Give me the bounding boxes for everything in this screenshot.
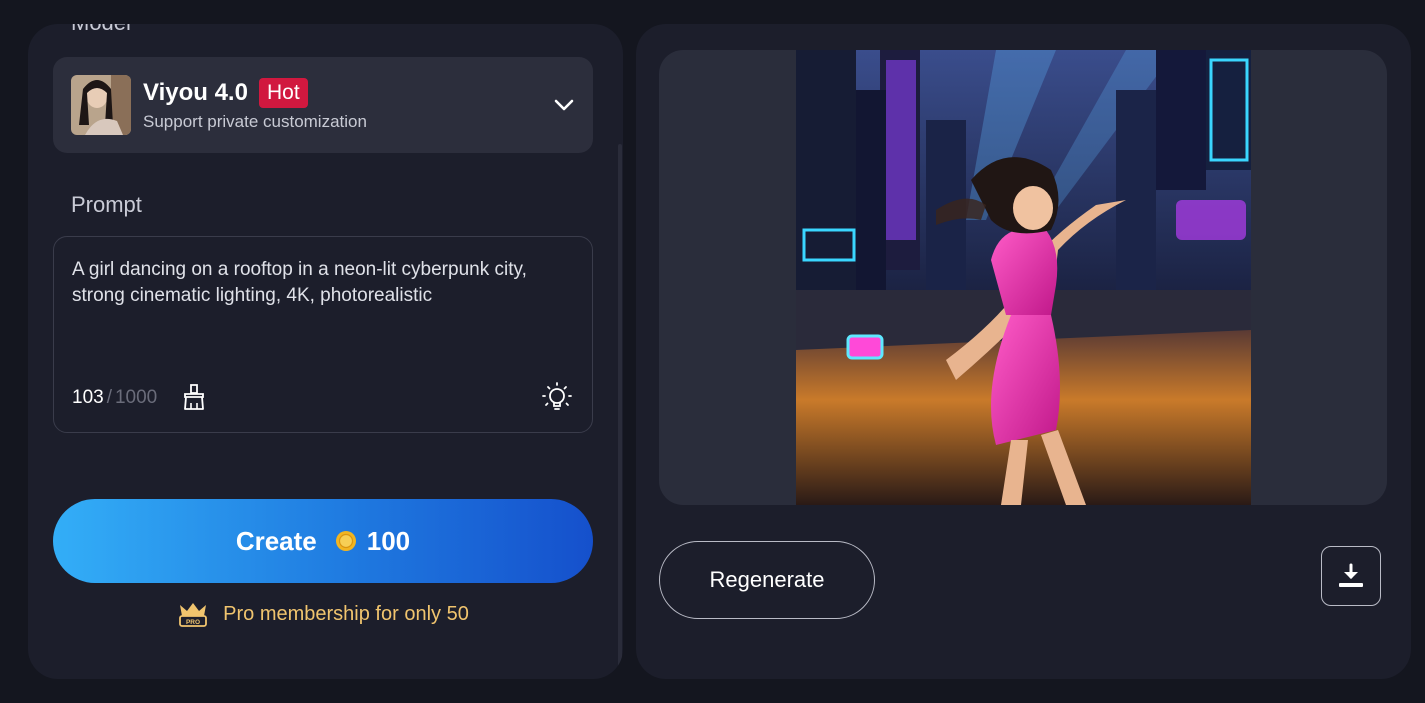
brush-icon[interactable]: [181, 383, 207, 411]
regenerate-button[interactable]: Regenerate: [659, 541, 875, 619]
model-avatar: [71, 75, 131, 135]
prompt-input[interactable]: A girl dancing on a rooftop in a neon-li…: [53, 236, 593, 433]
coin-icon: [335, 531, 356, 551]
regenerate-label: Regenerate: [709, 567, 825, 592]
model-name: Viyou 4.0: [143, 79, 248, 106]
svg-text:PRO: PRO: [186, 619, 200, 626]
char-count-separator: /: [106, 387, 112, 408]
generated-image[interactable]: [796, 50, 1251, 505]
scrollbar[interactable]: [618, 144, 622, 679]
model-section-label: Model: [71, 24, 131, 36]
char-count-current: 103: [72, 387, 104, 408]
chevron-down-icon[interactable]: [551, 94, 577, 116]
hot-badge: Hot: [259, 78, 308, 108]
download-button[interactable]: [1321, 546, 1381, 606]
create-button[interactable]: Create 100: [53, 499, 593, 583]
char-count-max: 1000: [114, 387, 158, 408]
image-frame: [659, 50, 1387, 505]
model-description: Support private customization: [143, 112, 367, 131]
prompt-section-label: Prompt: [71, 192, 142, 217]
lightbulb-icon[interactable]: [540, 380, 574, 414]
right-panel: Regenerate: [636, 24, 1411, 679]
prompt-text[interactable]: A girl dancing on a rooftop in a neon-li…: [72, 257, 572, 309]
left-panel: Model Viyou 4.0 Hot Support private cust…: [28, 24, 623, 679]
create-label: Create: [235, 525, 317, 556]
create-cost: 100: [366, 525, 411, 556]
pro-crown-icon: PRO: [179, 603, 208, 627]
pro-membership-link[interactable]: PRO Pro membership for only 50: [53, 598, 593, 630]
model-selector[interactable]: Viyou 4.0 Hot Support private customizat…: [53, 57, 593, 153]
pro-membership-text: Pro membership for only 50: [223, 602, 469, 625]
char-counter: 103/1000: [72, 387, 157, 409]
download-icon: [1339, 563, 1363, 587]
